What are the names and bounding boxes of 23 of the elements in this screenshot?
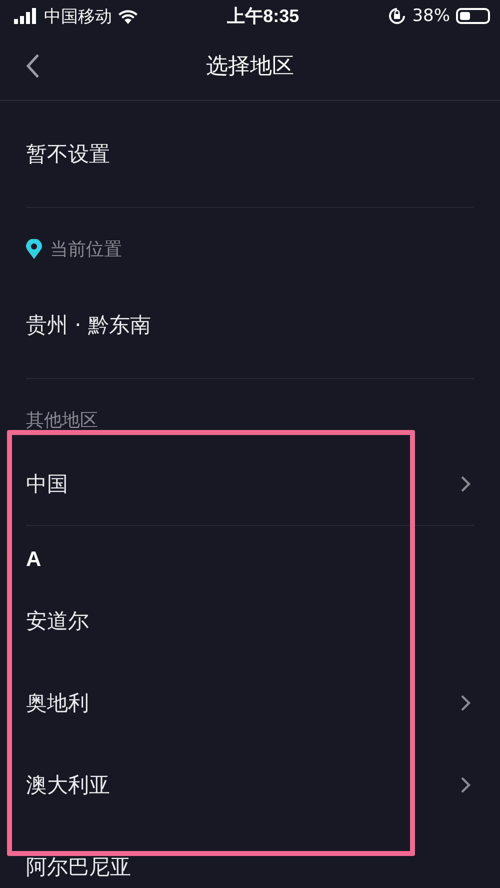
rotation-lock-icon — [388, 7, 406, 25]
battery-percent: 38% — [412, 6, 450, 26]
carrier-name: 中国移动 — [44, 6, 112, 28]
region-item[interactable]: 中国 — [26, 470, 68, 498]
index-letter: A — [26, 548, 42, 572]
chevron-right-icon — [460, 694, 471, 712]
chevron-right-icon — [460, 776, 471, 794]
page-title: 选择地区 — [206, 53, 294, 81]
region-item[interactable]: 阿尔巴尼亚 — [26, 853, 131, 881]
location-pin-icon — [26, 239, 42, 259]
back-icon — [26, 53, 40, 79]
region-option[interactable]: 贵州 · 黔东南 — [26, 311, 152, 339]
status-time: 上午8:35 — [227, 5, 300, 28]
region-item[interactable]: 安道尔 — [26, 607, 89, 635]
battery-icon — [456, 8, 490, 24]
region-option[interactable]: 暂不设置 — [26, 140, 110, 168]
section-header: 当前位置 — [50, 238, 122, 261]
region-item[interactable]: 澳大利亚 — [26, 771, 110, 799]
wifi-icon — [118, 8, 138, 24]
signal-icon — [14, 8, 38, 24]
section-header: 其他地区 — [26, 409, 98, 432]
region-item[interactable]: 奥地利 — [26, 689, 89, 717]
chevron-right-icon — [460, 475, 471, 493]
